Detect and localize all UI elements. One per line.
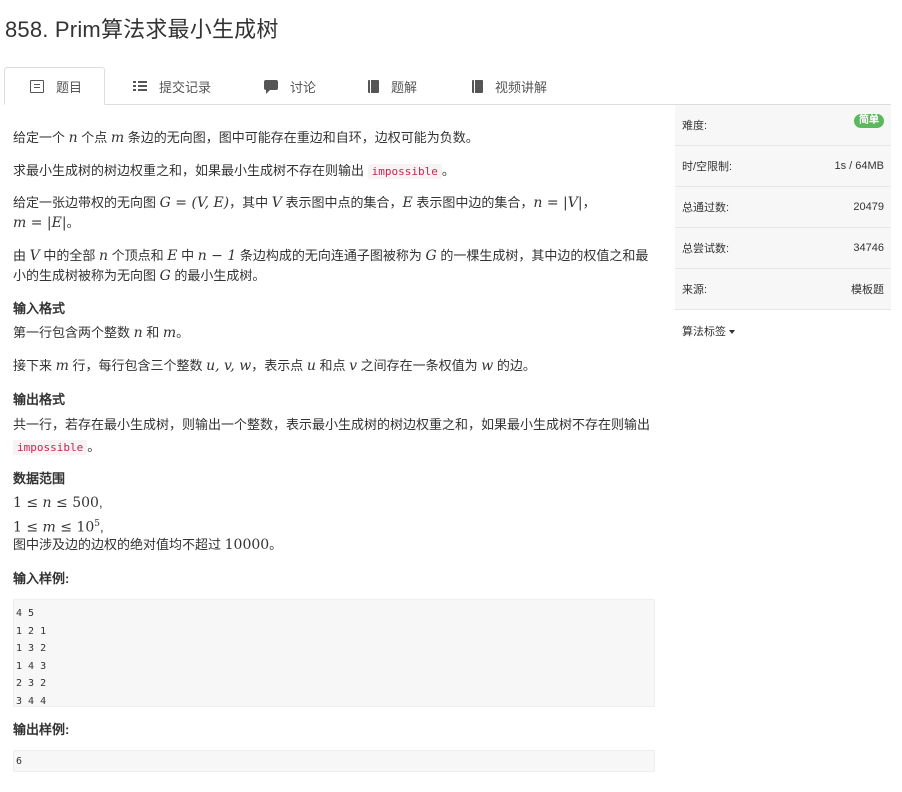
tab-problem-label: 题目 [56, 79, 83, 95]
limits-row: 时/空限制: 1s / 64MB [675, 146, 891, 187]
source-label: 来源: [682, 284, 708, 296]
accepted-value: 20479 [853, 201, 884, 213]
algorithm-tags-row[interactable]: 算法标签 [675, 310, 891, 351]
tab-discussion[interactable]: 讨论 [264, 67, 316, 105]
problem-tabs: 题目 提交记录 讨论 题解 视频讲解 [4, 67, 891, 105]
limits-value: 1s / 64MB [834, 160, 884, 172]
sample-output-block: 6 [13, 750, 655, 772]
limits-label: 时/空限制: [682, 161, 733, 173]
chat-icon [264, 80, 278, 94]
inline-code: impossible [13, 440, 88, 455]
sample-output-heading: 输出样例: [13, 722, 70, 737]
range-line: 图中涉及边的边权的绝对值均不超过 10000。 [13, 537, 283, 553]
sample-input-block: 4 5 1 2 1 1 3 2 1 4 3 2 3 2 3 4 4 [13, 599, 655, 707]
accepted-row: 总通过数: 20479 [675, 187, 891, 228]
tab-submissions-label: 提交记录 [159, 79, 212, 95]
attempts-label: 总尝试数: [682, 243, 730, 255]
tab-video[interactable]: 视频讲解 [472, 67, 547, 105]
accepted-label: 总通过数: [682, 202, 730, 214]
problem-paragraph: 给定一张边带权的无向图 G = (V, E)，其中 V 表示图中点的集合，E 表… [13, 195, 596, 231]
caret-down-icon [729, 329, 735, 334]
page-title: 858. Prim算法求最小生成树 [5, 17, 279, 42]
problem-paragraph: 接下来 m 行，每行包含三个整数 u, v, w，表示点 u 和点 v 之间存在… [13, 358, 536, 374]
sample-input-heading: 输入样例: [13, 571, 70, 586]
output-format-heading: 输出格式 [13, 392, 66, 407]
source-value[interactable]: 模板题 [851, 281, 884, 297]
difficulty-row: 难度: 简单 [675, 105, 891, 146]
range-line: 1 ≤ n ≤ 500, [13, 495, 103, 511]
data-range-heading: 数据范围 [13, 471, 66, 486]
problem-paragraph: 给定一个 n 个点 m 条边的无向图，图中可能存在重边和自环，边权可能为负数。 [13, 130, 479, 146]
difficulty-label: 难度: [682, 120, 708, 132]
attempts-value: 34746 [853, 242, 884, 254]
inline-code: impossible [367, 164, 442, 179]
tab-solutions-label: 题解 [391, 79, 418, 95]
problem-paragraph: 由 V 中的全部 n 个顶点和 E 中 n − 1 条边构成的无向连通子图被称为… [13, 248, 649, 284]
attempts-row: 总尝试数: 34746 [675, 228, 891, 269]
tab-discussion-label: 讨论 [290, 79, 317, 95]
list-icon [133, 80, 147, 93]
document-icon [30, 79, 44, 93]
problem-paragraph: 共一行，若存在最小生成树，则输出一个整数，表示最小生成树的树边权重之和，如果最小… [13, 417, 651, 455]
tab-submissions[interactable]: 提交记录 [133, 67, 211, 105]
tab-problem[interactable]: 题目 [4, 67, 105, 105]
problem-paragraph: 第一行包含两个整数 n 和 m。 [13, 325, 190, 341]
source-row: 来源: 模板题 [675, 269, 891, 310]
difficulty-badge: 简单 [854, 113, 884, 128]
problem-paragraph: 求最小生成树的树边权重之和，如果最小生成树不存在则输出 impossible。 [13, 163, 455, 179]
algorithm-tags-label: 算法标签 [682, 325, 726, 338]
book-icon [472, 79, 483, 93]
tab-solutions[interactable]: 题解 [368, 67, 417, 105]
tab-video-label: 视频讲解 [495, 79, 548, 95]
book-icon [368, 79, 379, 93]
input-format-heading: 输入格式 [13, 301, 66, 316]
problem-info-sidebar: 难度: 简单 时/空限制: 1s / 64MB 总通过数: 20479 总尝试数… [675, 105, 891, 351]
range-line: 1 ≤ m ≤ 105, [13, 519, 104, 536]
algorithm-tags-toggle[interactable]: 算法标签 [682, 323, 735, 339]
